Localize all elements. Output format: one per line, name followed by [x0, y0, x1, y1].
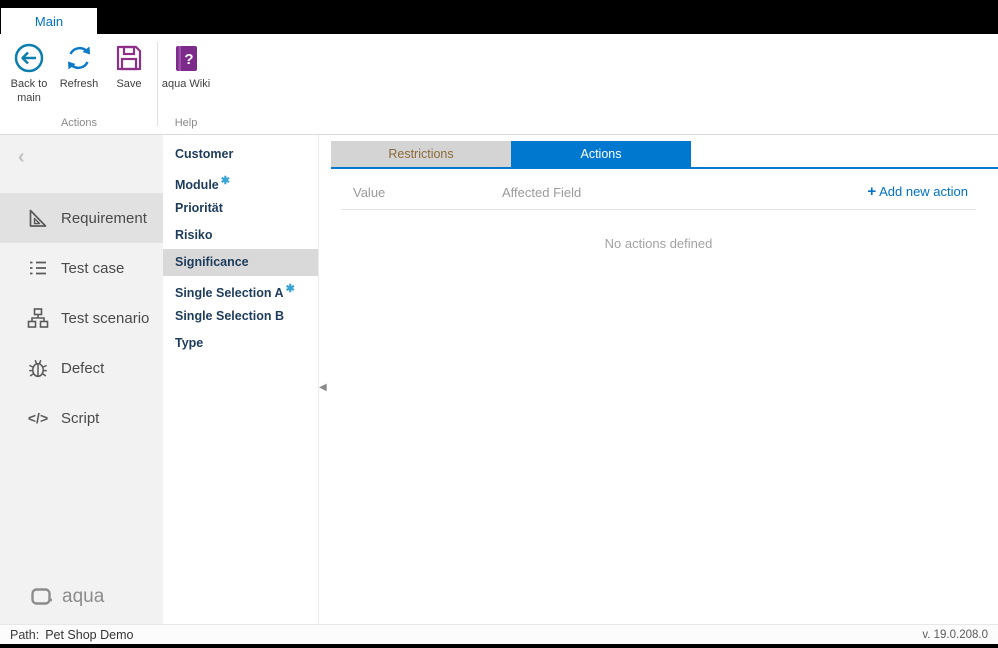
save-label: Save — [116, 78, 141, 92]
main-area: ‹ Requirement — [0, 135, 998, 624]
sidebar-item-defect[interactable]: Defect — [0, 343, 163, 393]
sidebar-item-label: Requirement — [61, 210, 147, 227]
requirement-setsquare-icon — [26, 206, 50, 230]
ribbon-group-help: ? aqua Wiki Help — [161, 34, 211, 134]
status-bar: Path: Pet Shop Demo v. 19.0.208.0 — [0, 624, 998, 644]
ribbon-separator — [157, 42, 158, 126]
field-item-risiko[interactable]: Risiko — [163, 222, 318, 249]
back-to-main-label: Back to main — [4, 78, 54, 106]
path-label: Path: — [10, 628, 39, 642]
sidebar-item-script[interactable]: </> Script — [0, 393, 163, 443]
back-to-main-button[interactable]: Back to main — [4, 34, 54, 117]
field-label: Module — [175, 178, 219, 192]
sidebar-item-label: Test scenario — [61, 310, 149, 327]
save-button[interactable]: Save — [104, 34, 154, 117]
test-case-list-icon — [26, 256, 50, 280]
field-item-module[interactable]: Module✱ — [163, 168, 318, 195]
version-label: v. 19.0.208.0 — [922, 629, 988, 641]
actions-table-header: Value Affected Field + Add new action — [341, 177, 976, 210]
tab-restrictions[interactable]: Restrictions — [331, 141, 511, 167]
field-label: Significance — [175, 255, 249, 269]
column-header-affected-field: Affected Field — [502, 185, 581, 200]
group-label-actions: Actions — [4, 117, 154, 134]
field-item-type[interactable]: Type — [163, 330, 318, 357]
required-asterisk: ✱ — [221, 175, 230, 187]
field-list: Customer Module✱ Priorität Risiko Signif… — [163, 135, 319, 624]
ribbon-tab-main[interactable]: Main — [1, 8, 97, 34]
field-item-single-selection-b[interactable]: Single Selection B — [163, 303, 318, 330]
refresh-button[interactable]: Refresh — [54, 34, 104, 117]
bottom-strip — [0, 644, 998, 648]
sidebar-collapse-button[interactable]: ‹ — [0, 135, 163, 167]
sidebar-item-label: Script — [61, 410, 99, 427]
plus-icon: + — [867, 184, 876, 199]
field-label: Customer — [175, 147, 233, 161]
field-item-single-selection-a[interactable]: Single Selection A✱ — [163, 276, 318, 303]
collapse-panel-arrow[interactable]: ◀ — [319, 382, 327, 393]
app-window: Main Back to main — [0, 0, 998, 648]
sidebar-item-test-case[interactable]: Test case — [0, 243, 163, 293]
wiki-book-icon: ? — [169, 41, 203, 75]
field-item-significance[interactable]: Significance — [163, 249, 318, 276]
path-value: Pet Shop Demo — [45, 628, 133, 642]
group-label-help: Help — [161, 117, 211, 134]
aqua-logo-icon — [30, 586, 54, 608]
save-floppy-icon — [112, 41, 146, 75]
sidebar-item-requirement[interactable]: Requirement — [0, 193, 163, 243]
sidebar-item-label: Defect — [61, 360, 104, 377]
script-code-icon: </> — [26, 410, 50, 426]
field-label: Single Selection A — [175, 286, 284, 300]
aqua-wiki-button[interactable]: ? aqua Wiki — [161, 34, 211, 117]
refresh-label: Refresh — [60, 78, 99, 92]
sidebar: ‹ Requirement — [0, 135, 163, 624]
field-label: Single Selection B — [175, 309, 284, 323]
column-header-value: Value — [353, 185, 385, 200]
field-item-prioritaet[interactable]: Priorität — [163, 195, 318, 222]
refresh-icon — [62, 41, 96, 75]
field-label: Type — [175, 336, 203, 350]
add-new-action-link[interactable]: + Add new action — [867, 184, 968, 199]
field-label: Priorität — [175, 201, 223, 215]
sidebar-nav: Requirement Test case — [0, 193, 163, 443]
aqua-logo: aqua — [30, 586, 104, 608]
ribbon-group-actions: Back to main Refresh — [4, 34, 154, 134]
back-circle-icon — [12, 41, 46, 75]
tab-actions[interactable]: Actions — [511, 141, 691, 167]
field-label: Risiko — [175, 228, 213, 242]
empty-state-text: No actions defined — [319, 236, 998, 251]
sidebar-item-test-scenario[interactable]: Test scenario — [0, 293, 163, 343]
ribbon: Back to main Refresh — [0, 34, 998, 135]
content-tabs: Restrictions Actions — [331, 141, 998, 169]
aqua-logo-text: aqua — [62, 586, 104, 608]
sidebar-item-label: Test case — [61, 260, 124, 277]
svg-text:?: ? — [184, 51, 193, 68]
content-panel: ◀ Restrictions Actions Value Affected Fi… — [319, 135, 998, 624]
path-indicator: Path: Pet Shop Demo — [10, 628, 133, 642]
aqua-wiki-label: aqua Wiki — [162, 78, 210, 92]
required-asterisk: ✱ — [286, 283, 295, 295]
test-scenario-hierarchy-icon — [26, 306, 50, 330]
defect-bug-icon — [26, 356, 50, 380]
add-new-action-label: Add new action — [879, 184, 968, 199]
field-item-customer[interactable]: Customer — [163, 141, 318, 168]
title-bar: Main — [0, 0, 998, 34]
